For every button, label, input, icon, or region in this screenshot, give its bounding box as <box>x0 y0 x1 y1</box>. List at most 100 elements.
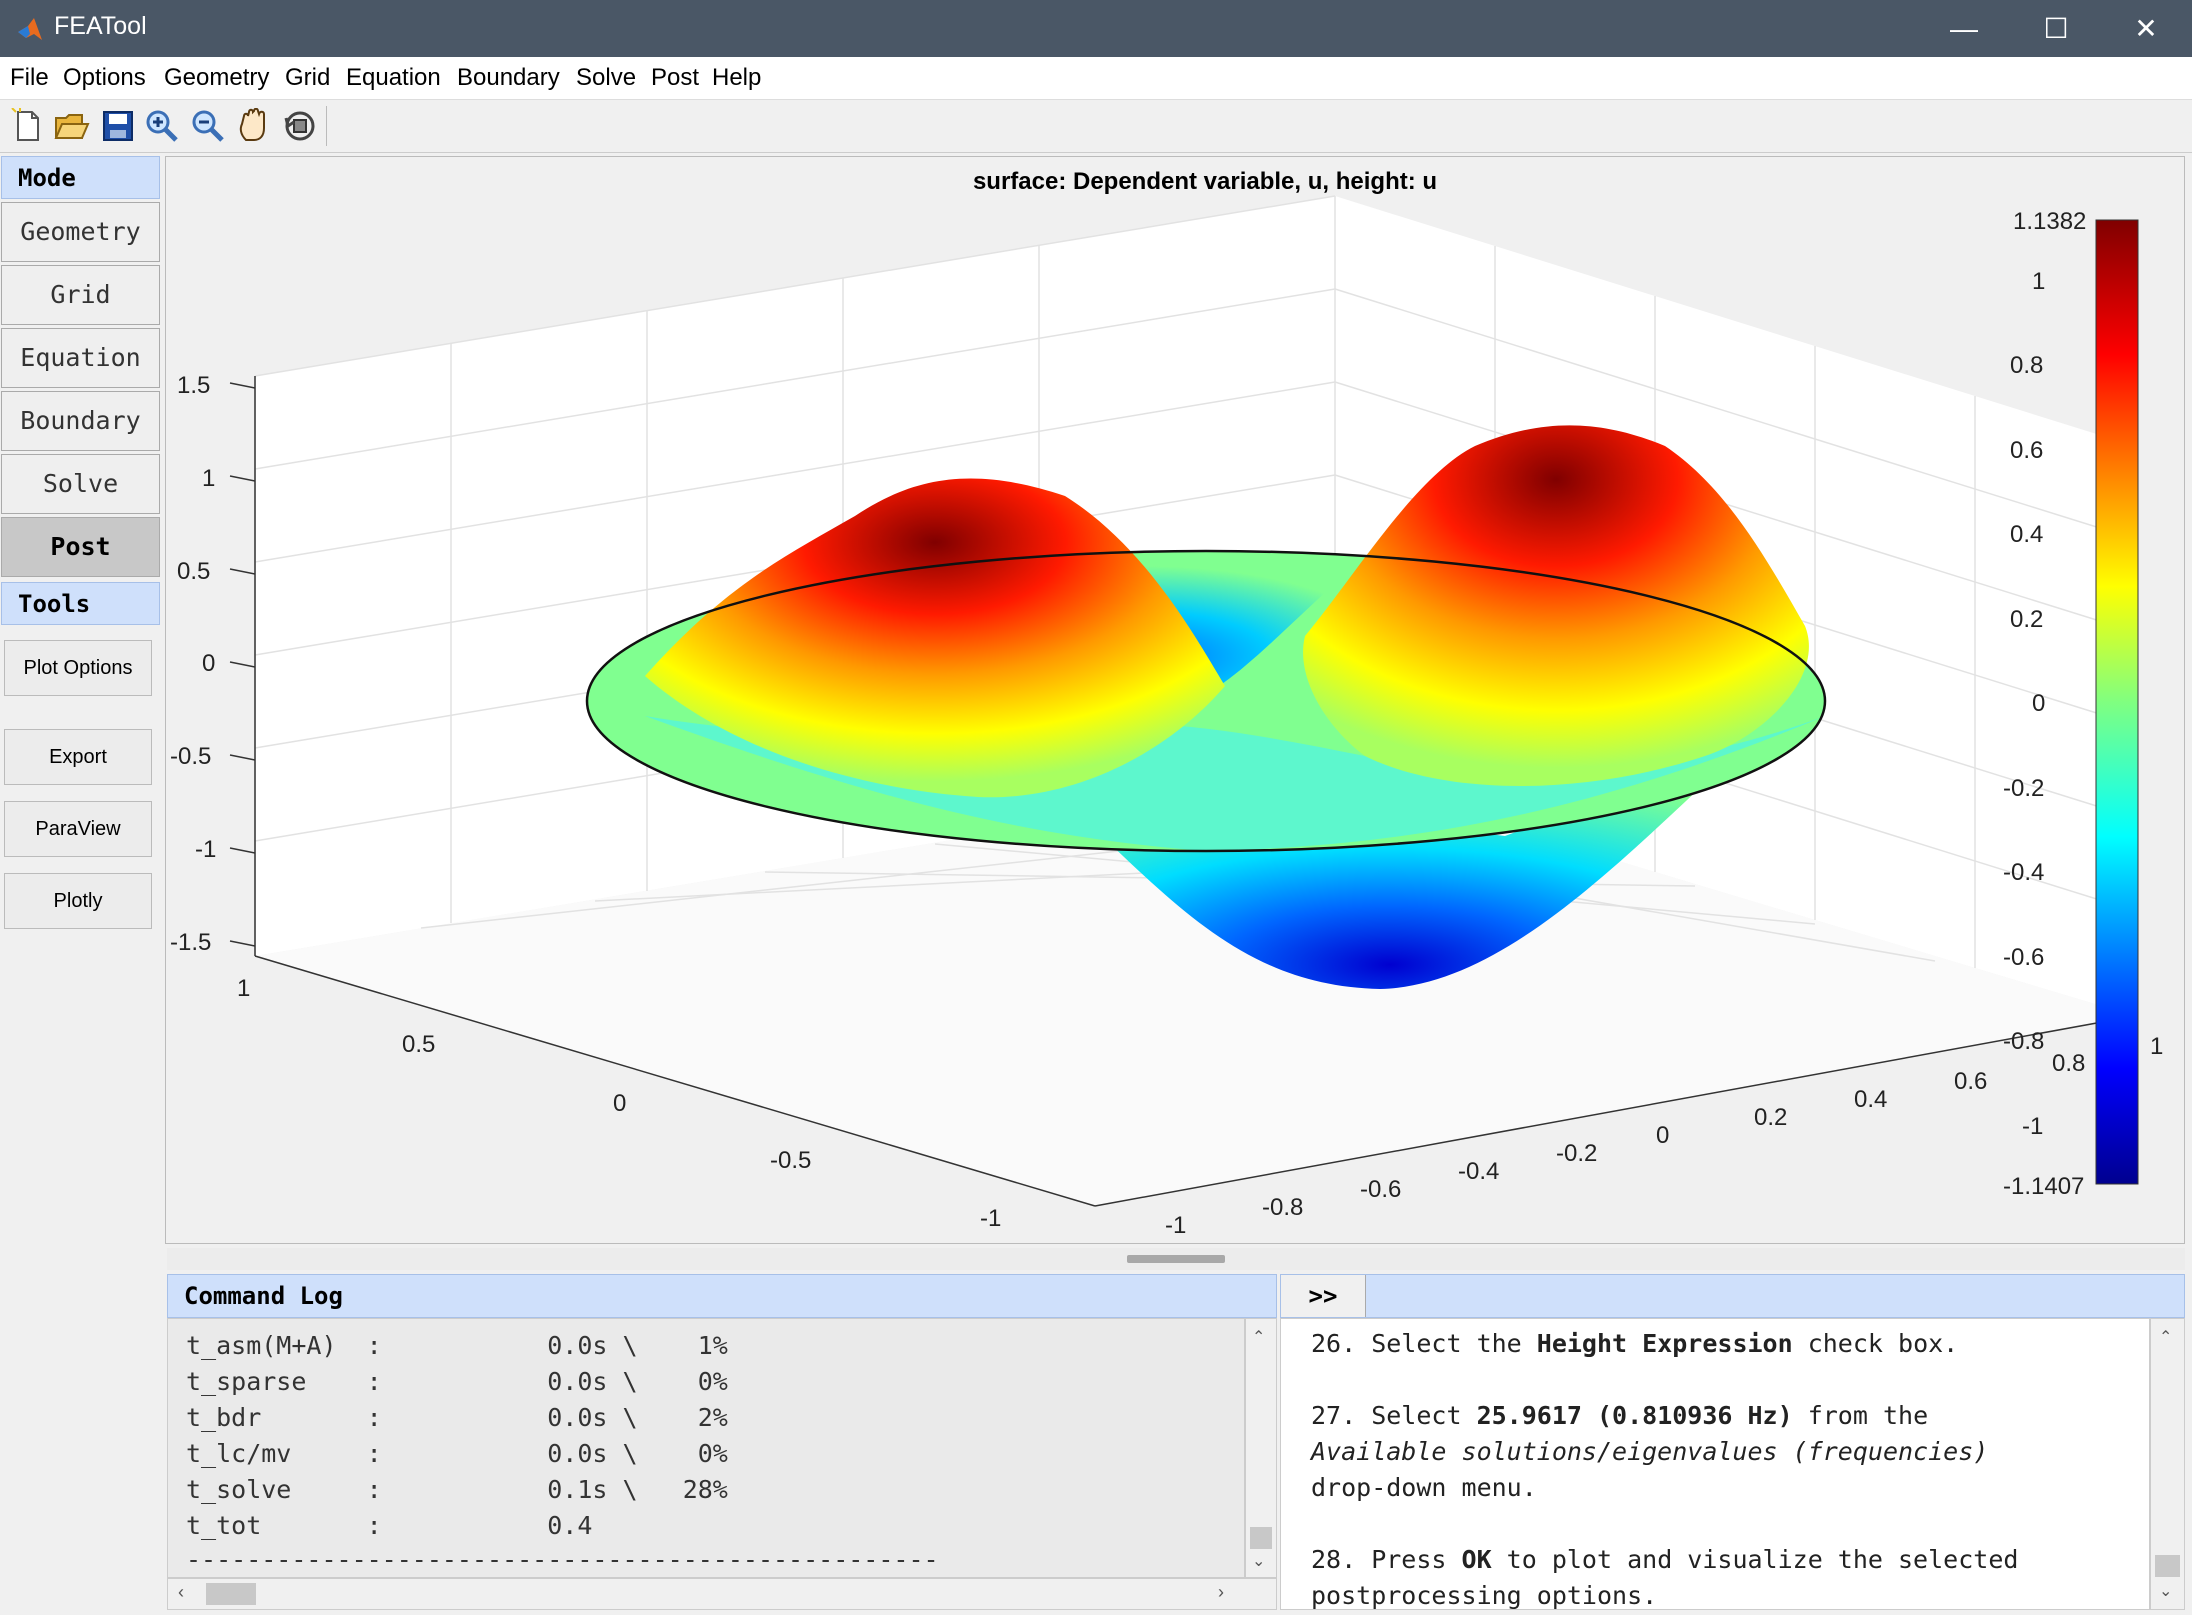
log-separator: ----------------------------------------… <box>186 1545 939 1574</box>
close-button[interactable]: ✕ <box>2100 0 2192 57</box>
pan-hand-icon[interactable] <box>234 108 274 144</box>
save-icon[interactable] <box>98 108 138 144</box>
window-title: FEATool <box>54 12 147 40</box>
z-tick-label: 1 <box>202 465 216 492</box>
zoom-out-icon[interactable] <box>188 108 228 144</box>
mode-grid-button[interactable]: Grid <box>1 265 160 325</box>
colorbar-tick-label: 1 <box>2032 268 2046 295</box>
colorbar-tick-label: -0.8 <box>2003 1028 2045 1055</box>
rotate-icon[interactable] <box>280 108 320 144</box>
menu-options[interactable]: Options <box>63 64 146 92</box>
help-step-27-italic: Available solutions/eigenvalues (frequen… <box>1311 1437 1989 1466</box>
y-tick-label: 0.5 <box>402 1031 436 1058</box>
log-vertical-scrollbar[interactable]: ⌃ ⌄ <box>1245 1318 1277 1578</box>
panel-splitter[interactable] <box>167 1248 2185 1270</box>
log-line: t_solve : 0.1s \ 28% <box>186 1475 728 1504</box>
colorbar-tick-label: -0.6 <box>2003 944 2045 971</box>
plotly-button[interactable]: Plotly <box>4 873 152 929</box>
colorbar-min-label: -1.1407 <box>2003 1173 2085 1200</box>
y-tick-label: 0 <box>613 1090 627 1117</box>
colorbar-tick-label: -0.2 <box>2003 775 2045 802</box>
paraview-button[interactable]: ParaView <box>4 801 152 857</box>
open-folder-icon[interactable] <box>52 108 92 144</box>
expand-help-button[interactable]: >> <box>1281 1275 1366 1317</box>
x-tick-label: 0.6 <box>1954 1068 1988 1095</box>
help-step-26: 26. Select the Height Expression check b… <box>1311 1329 1959 1358</box>
x-tick-label: 1 <box>2150 1033 2164 1060</box>
help-step-28-end: postprocessing options. <box>1311 1581 1658 1610</box>
z-tick-label: -0.5 <box>170 743 212 770</box>
command-log-header: Command Log <box>167 1274 1277 1318</box>
toolbar-separator <box>326 106 327 146</box>
help-scroll-thumb[interactable] <box>2155 1555 2180 1577</box>
maximize-button[interactable]: ☐ <box>2010 0 2102 57</box>
colorbar-tick-label: -0.4 <box>2003 859 2045 886</box>
menu-grid[interactable]: Grid <box>285 64 330 92</box>
log-scroll-thumb[interactable] <box>1250 1527 1272 1549</box>
z-tick-label: 1.5 <box>177 372 211 399</box>
x-tick-label: -1 <box>1165 1212 1187 1239</box>
mode-boundary-button[interactable]: Boundary <box>1 391 160 451</box>
x-tick-label: -0.8 <box>1262 1194 1304 1221</box>
menu-bar: File Options Geometry Grid Equation Boun… <box>0 57 2192 100</box>
menu-post[interactable]: Post <box>651 64 699 92</box>
scroll-up-icon[interactable]: ⌃ <box>2159 1327 2172 1347</box>
x-tick-label: 0.2 <box>1754 1104 1788 1131</box>
colorbar <box>2095 219 2139 1185</box>
x-tick-label: -0.2 <box>1556 1140 1598 1167</box>
scroll-left-icon[interactable]: ‹ <box>178 1582 184 1603</box>
log-line: t_asm(M+A) : 0.0s \ 1% <box>186 1331 728 1360</box>
menu-solve[interactable]: Solve <box>576 64 636 92</box>
help-step-28: 28. Press OK to plot and visualize the s… <box>1311 1545 2019 1574</box>
scroll-down-icon[interactable]: ⌄ <box>2159 1581 2172 1601</box>
colorbar-tick-label: 0.2 <box>2010 606 2044 633</box>
tools-header: Tools <box>1 582 160 625</box>
colorbar-max-label: 1.1382 <box>2013 208 2087 235</box>
scroll-down-icon[interactable]: ⌄ <box>1252 1551 1265 1571</box>
menu-boundary[interactable]: Boundary <box>457 64 560 92</box>
scroll-right-icon[interactable]: › <box>1218 1582 1224 1603</box>
y-tick-label: 1 <box>237 975 251 1002</box>
x-tick-label: -0.6 <box>1360 1176 1402 1203</box>
help-step-27: 27. Select 25.9617 (0.810936 Hz) from th… <box>1311 1401 1929 1430</box>
surface-plot[interactable] <box>165 156 2185 1244</box>
mode-post-button[interactable]: Post <box>1 517 160 577</box>
y-tick-label: -1 <box>980 1205 1002 1232</box>
minimize-button[interactable]: — <box>1918 0 2010 57</box>
log-line: t_sparse : 0.0s \ 0% <box>186 1367 728 1396</box>
splitter-handle[interactable] <box>1127 1255 1225 1263</box>
x-tick-label: 0.8 <box>2052 1050 2086 1077</box>
colorbar-tick-label: 0 <box>2032 690 2046 717</box>
toolbar <box>0 100 2192 153</box>
command-log-content[interactable]: t_asm(M+A) : 0.0s \ 1% t_sparse : 0.0s \… <box>167 1318 1245 1578</box>
command-log-title: Command Log <box>184 1282 343 1310</box>
help-content[interactable]: 26. Select the Height Expression check b… <box>1280 1318 2150 1610</box>
x-tick-label: 0 <box>1656 1122 1670 1149</box>
zoom-in-icon[interactable] <box>142 108 182 144</box>
plot-options-button[interactable]: Plot Options <box>4 640 152 696</box>
menu-equation[interactable]: Equation <box>346 64 441 92</box>
mode-solve-button[interactable]: Solve <box>1 454 160 514</box>
menu-geometry[interactable]: Geometry <box>164 64 269 92</box>
log-hscroll-thumb[interactable] <box>206 1583 256 1605</box>
menu-file[interactable]: File <box>10 64 49 92</box>
help-vertical-scrollbar[interactable]: ⌃ ⌄ <box>2150 1318 2185 1610</box>
menu-help[interactable]: Help <box>712 64 761 92</box>
y-tick-label: -0.5 <box>770 1147 812 1174</box>
z-tick-label: -1.5 <box>170 929 212 956</box>
z-tick-label: 0.5 <box>177 558 211 585</box>
mode-geometry-button[interactable]: Geometry <box>1 202 160 262</box>
scroll-up-icon[interactable]: ⌃ <box>1252 1327 1265 1347</box>
mode-equation-button[interactable]: Equation <box>1 328 160 388</box>
export-button[interactable]: Export <box>4 729 152 785</box>
z-tick-label: 0 <box>202 650 216 677</box>
log-line: t_tot : 0.4 <box>186 1511 593 1540</box>
help-header: >> <box>1280 1274 2185 1318</box>
colorbar-tick-label: 0.8 <box>2010 352 2044 379</box>
colorbar-tick-label: 0.4 <box>2010 521 2044 548</box>
log-line: t_lc/mv : 0.0s \ 0% <box>186 1439 728 1468</box>
log-line: t_bdr : 0.0s \ 2% <box>186 1403 728 1432</box>
new-file-icon[interactable] <box>8 108 48 144</box>
log-horizontal-scrollbar[interactable]: ‹ › <box>167 1578 1277 1610</box>
z-tick-label: -1 <box>195 836 217 863</box>
